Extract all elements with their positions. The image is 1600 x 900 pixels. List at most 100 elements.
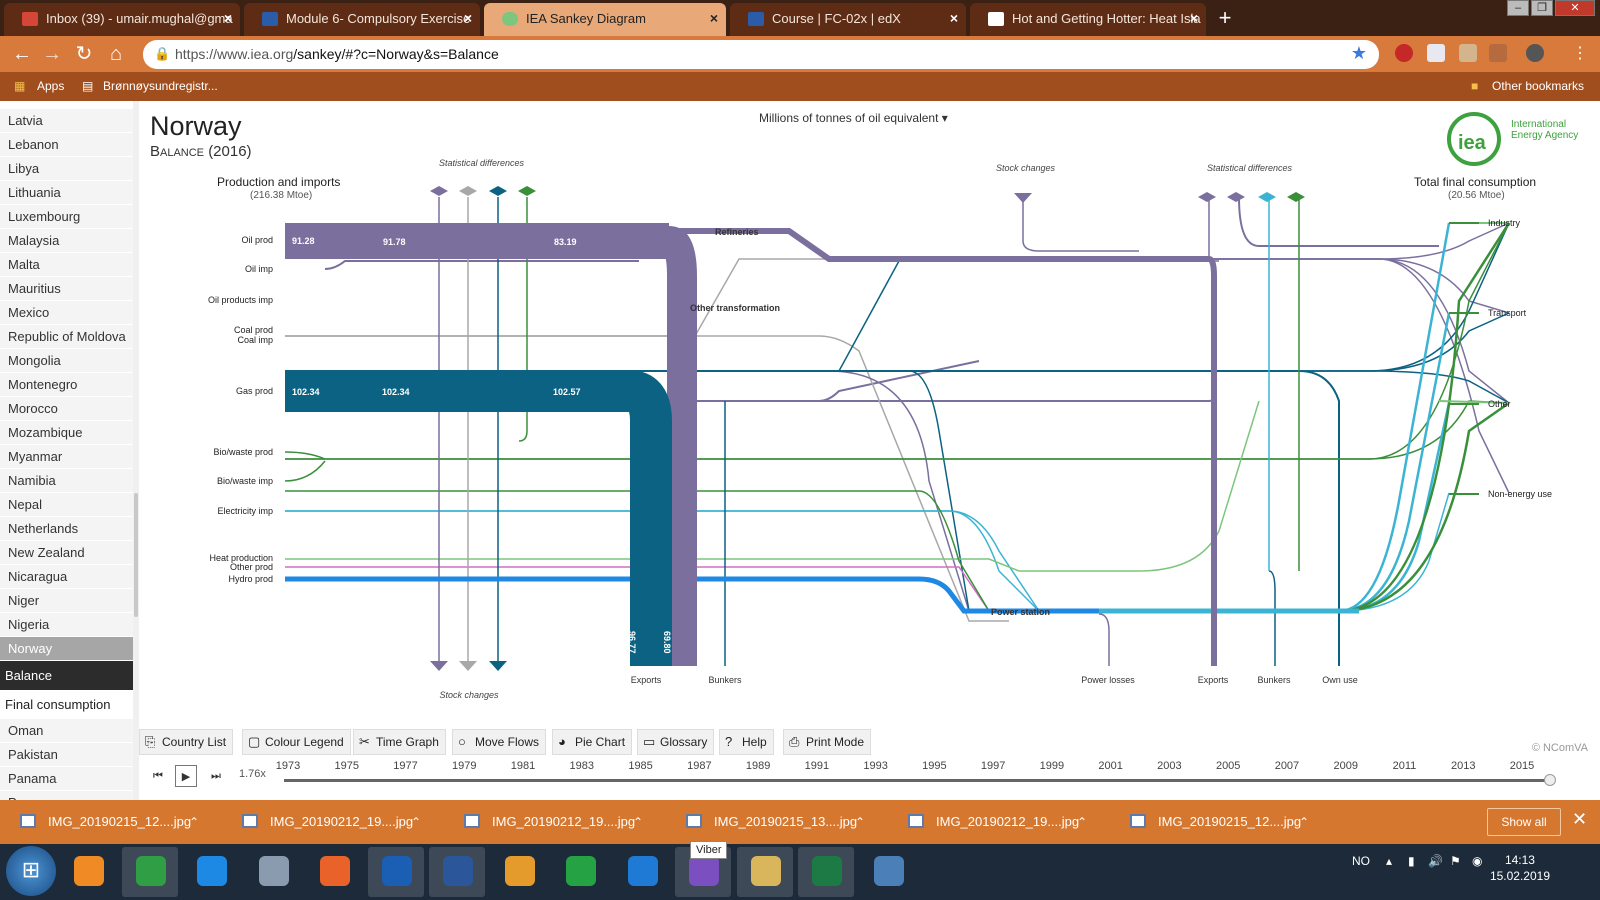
bookmark-other[interactable]: Other bookmarks xyxy=(1492,79,1584,93)
close-icon[interactable]: × xyxy=(710,3,718,34)
year-label[interactable]: 1973 xyxy=(276,760,300,772)
download-item[interactable]: IMG_20190215_12....jpg ⌃ xyxy=(1110,800,1309,844)
taskbar-app[interactable] xyxy=(306,847,362,897)
close-icon[interactable]: ✕ xyxy=(1572,809,1587,830)
tab-edx[interactable]: Course | FC-02x | edX × xyxy=(730,3,966,36)
year-label[interactable]: 1981 xyxy=(511,760,535,772)
close-icon[interactable]: × xyxy=(950,3,958,34)
year-label[interactable]: 1983 xyxy=(570,760,594,772)
time-graph-button[interactable]: ✂ Time Graph xyxy=(353,729,446,755)
mode-item[interactable]: Final consumption xyxy=(0,690,133,719)
bookmark-apps[interactable]: Apps xyxy=(37,79,64,93)
glossary-button[interactable]: ▭ Glossary xyxy=(637,729,715,755)
tray-up-icon[interactable]: ▴ xyxy=(1386,854,1392,868)
next-icon[interactable]: ⏭ xyxy=(205,765,227,787)
country-item[interactable]: Mongolia xyxy=(0,349,133,373)
year-label[interactable]: 1997 xyxy=(981,760,1005,772)
country-item[interactable]: Mauritius xyxy=(0,277,133,301)
taskbar-app[interactable] xyxy=(367,847,424,897)
taskbar-app[interactable] xyxy=(121,847,178,897)
year-label[interactable]: 2001 xyxy=(1098,760,1122,772)
show-all-button[interactable]: Show all xyxy=(1487,808,1561,836)
unit-selector[interactable]: Millions of tonnes of oil equivalent ▾ xyxy=(759,111,948,125)
country-item[interactable]: Pakistan xyxy=(0,743,133,767)
chevron-up-icon[interactable]: ⌃ xyxy=(411,800,421,844)
taskbar-app[interactable] xyxy=(798,847,854,897)
address-bar[interactable]: 🔒 https://www.iea.org/sankey/#?c=Norway&… xyxy=(143,40,1379,69)
year-label[interactable]: 1979 xyxy=(452,760,476,772)
print-mode-button[interactable]: ⎙ Print Mode xyxy=(783,729,872,755)
back-icon[interactable]: ← xyxy=(10,42,34,66)
battery-icon[interactable]: ▮ xyxy=(1408,854,1415,868)
year-label[interactable]: 2011 xyxy=(1393,760,1417,772)
country-item[interactable]: Norway xyxy=(0,637,133,661)
download-item[interactable]: IMG_20190215_12....jpg ⌃ xyxy=(0,800,199,844)
taskbar-app[interactable] xyxy=(183,847,239,897)
country-item[interactable]: New Zealand xyxy=(0,541,133,565)
chevron-up-icon[interactable]: ⌃ xyxy=(1077,800,1087,844)
sidebar-scroll-thumb[interactable] xyxy=(134,493,138,617)
chevron-up-icon[interactable]: ⌃ xyxy=(855,800,865,844)
chevron-up-icon[interactable]: ⌃ xyxy=(633,800,643,844)
pie-chart-button[interactable]: ◕ Pie Chart xyxy=(552,729,633,755)
profile-icon[interactable] xyxy=(1526,44,1544,62)
country-item[interactable]: Malaysia xyxy=(0,229,133,253)
clock[interactable]: 14:13 15.02.2019 xyxy=(1490,852,1550,884)
country-list-button[interactable]: ⎘ Country List xyxy=(139,729,234,755)
tab-heat[interactable]: Hot and Getting Hotter: Heat Isla × xyxy=(970,3,1206,36)
move-flows-button[interactable]: ○ Move Flows xyxy=(452,729,547,755)
country-item[interactable]: Nicaragua xyxy=(0,565,133,589)
year-label[interactable]: 1999 xyxy=(1040,760,1064,772)
language-indicator[interactable]: NO xyxy=(1352,854,1370,868)
start-button[interactable]: ⊞ xyxy=(6,846,56,896)
country-item[interactable]: Nigeria xyxy=(0,613,133,637)
flag-icon[interactable]: ⚑ xyxy=(1450,854,1461,868)
country-item[interactable]: Netherlands xyxy=(0,517,133,541)
tab-module[interactable]: Module 6- Compulsory Exercise × xyxy=(244,3,480,36)
chevron-up-icon[interactable]: ⌃ xyxy=(1299,800,1309,844)
country-item[interactable]: Nepal xyxy=(0,493,133,517)
taskbar-app[interactable] xyxy=(429,847,485,897)
minimize-button[interactable]: – xyxy=(1507,0,1529,16)
extension-icon[interactable] xyxy=(1489,44,1507,62)
colour-legend-button[interactable]: ▢ Colour Legend xyxy=(242,729,351,755)
country-item[interactable]: Morocco xyxy=(0,397,133,421)
country-item[interactable]: Mozambique xyxy=(0,421,133,445)
country-item[interactable]: Panama xyxy=(0,767,133,791)
reload-icon[interactable]: ↻ xyxy=(72,42,96,66)
country-item[interactable]: Niger xyxy=(0,589,133,613)
taskbar-app[interactable] xyxy=(736,847,793,897)
country-item[interactable]: Lebanon xyxy=(0,133,133,157)
year-slider-track[interactable] xyxy=(284,779,1552,782)
country-item[interactable]: Oman xyxy=(0,719,133,743)
new-tab-button[interactable]: + xyxy=(1212,6,1238,32)
country-item[interactable]: Republic of Moldova xyxy=(0,325,133,349)
country-item[interactable]: Malta xyxy=(0,253,133,277)
extension-icon[interactable] xyxy=(1427,44,1445,62)
year-slider-handle[interactable] xyxy=(1544,774,1556,786)
year-label[interactable]: 2005 xyxy=(1216,760,1240,772)
bookmark-item[interactable]: Brønnøysundregistr... xyxy=(103,79,218,93)
home-icon[interactable]: ⌂ xyxy=(104,42,128,66)
year-label[interactable]: 1987 xyxy=(687,760,711,772)
volume-icon[interactable]: 🔊 xyxy=(1428,854,1443,868)
maximize-button[interactable]: ❐ xyxy=(1531,0,1553,16)
help-button[interactable]: ? Help xyxy=(719,729,774,755)
extension-icon[interactable] xyxy=(1459,44,1477,62)
apps-icon[interactable]: ▦ xyxy=(14,79,25,93)
year-label[interactable]: 1975 xyxy=(335,760,359,772)
taskbar-app[interactable] xyxy=(491,847,547,897)
close-icon[interactable]: × xyxy=(224,3,232,34)
extension-icon[interactable] xyxy=(1395,44,1413,62)
country-item[interactable]: Montenegro xyxy=(0,373,133,397)
taskbar-app[interactable] xyxy=(60,847,116,897)
chevron-up-icon[interactable]: ⌃ xyxy=(189,800,199,844)
year-label[interactable]: 2013 xyxy=(1451,760,1475,772)
tab-gmail[interactable]: Inbox (39) - umair.mughal@gma × xyxy=(4,3,240,36)
bookmark-star-icon[interactable]: ★ xyxy=(1351,43,1367,64)
year-label[interactable]: 1993 xyxy=(863,760,887,772)
country-item[interactable]: Libya xyxy=(0,157,133,181)
network-icon[interactable]: ◉ xyxy=(1472,854,1482,868)
previous-icon[interactable]: ⏮ xyxy=(147,765,169,787)
close-icon[interactable]: × xyxy=(1190,3,1198,34)
